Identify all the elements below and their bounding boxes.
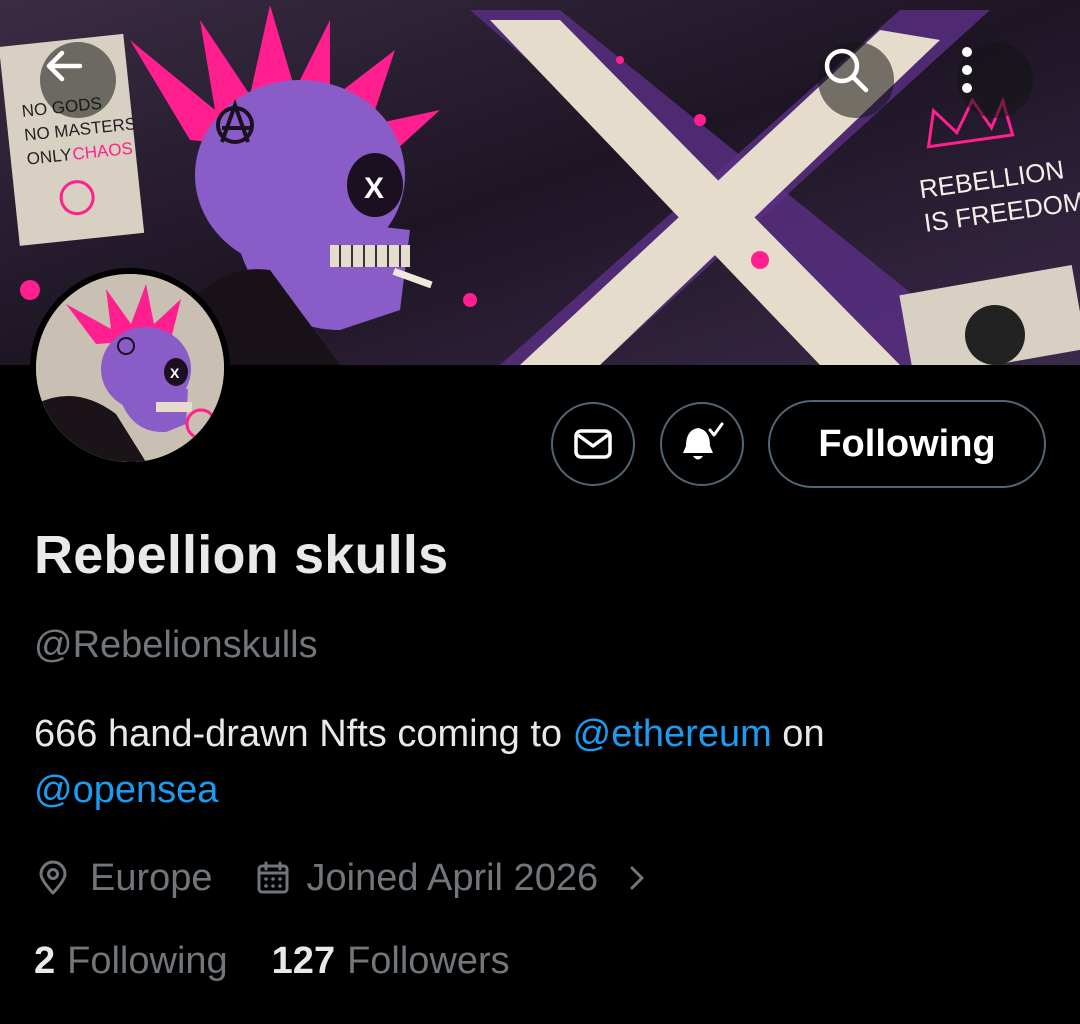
avatar[interactable]: X (30, 268, 230, 468)
profile-name: Rebellion skulls (34, 525, 449, 585)
following-button[interactable]: Following (768, 400, 1046, 488)
chevron-right-icon (630, 866, 644, 890)
profile-meta: Europe Joined April 2026 (34, 852, 652, 904)
search-button[interactable] (818, 42, 894, 118)
message-button[interactable] (551, 402, 635, 486)
notifications-button[interactable] (660, 402, 744, 486)
followers-stat[interactable]: 127 Followers (272, 940, 510, 983)
mention-opensea-link[interactable]: @opensea (34, 769, 218, 811)
search-icon (824, 48, 869, 93)
more-options-button[interactable] (957, 42, 1033, 118)
location-text: Europe (90, 856, 213, 899)
bio-text: 666 hand-drawn Nfts coming to (34, 713, 573, 755)
following-count: 2 (34, 940, 56, 982)
followers-label: Followers (347, 940, 510, 982)
arrow-left-icon (46, 50, 83, 82)
location-pin-icon (39, 860, 67, 895)
followers-count: 127 (271, 940, 336, 982)
svg-text:X: X (364, 172, 384, 205)
envelope-icon (574, 429, 612, 459)
following-label: Following (67, 940, 228, 982)
more-vertical-icon (962, 47, 972, 93)
bell-check-icon (683, 422, 724, 460)
joined-text: Joined April 2026 (306, 856, 599, 899)
profile-stats: 2 Following 127 Followers (34, 940, 510, 983)
profile-bio: 666 hand-drawn Nfts coming to @ethereum … (34, 706, 1044, 818)
bio-text-mid: on (771, 713, 825, 755)
avatar-image: X (36, 274, 224, 462)
back-button[interactable] (40, 42, 116, 118)
following-stat[interactable]: 2 Following (34, 940, 228, 983)
calendar-icon (257, 861, 289, 894)
location-item: Europe (34, 857, 213, 900)
svg-text:X: X (170, 365, 180, 381)
mention-ethereum-link[interactable]: @ethereum (573, 713, 772, 755)
joined-item[interactable]: Joined April 2026 (255, 857, 653, 900)
profile-handle: @Rebelionskulls (34, 624, 318, 666)
